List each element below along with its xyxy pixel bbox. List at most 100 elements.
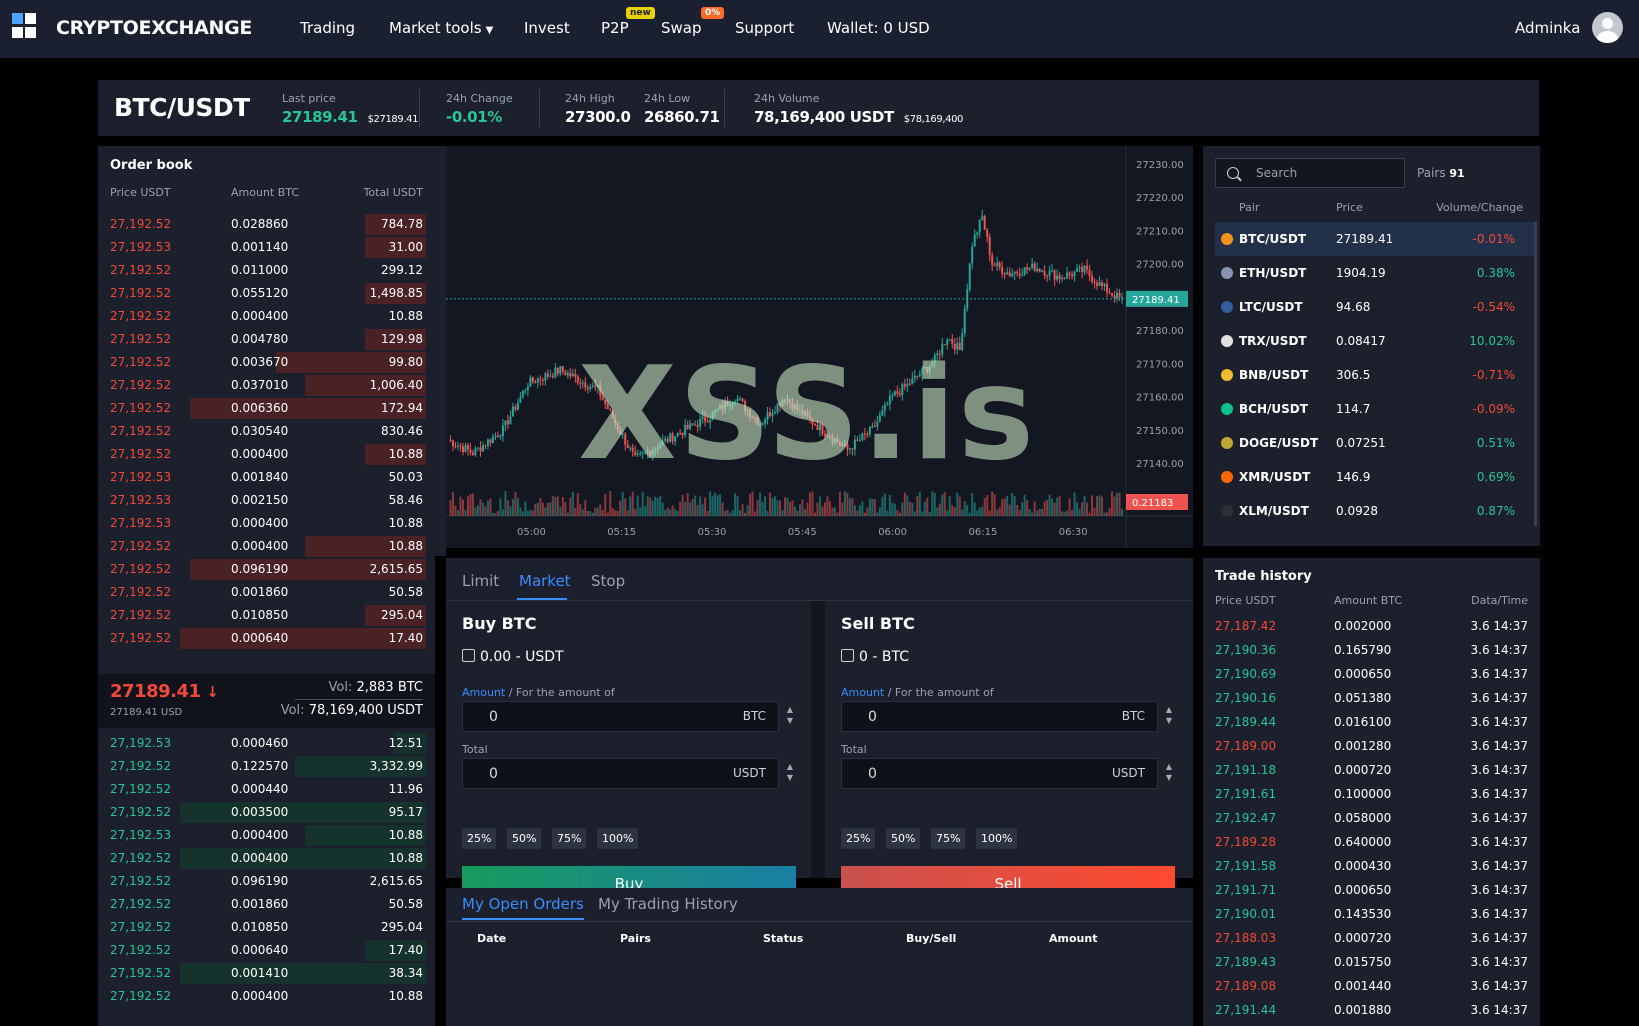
orderbook-row[interactable]: 27,192.52 0.096190 2,615.65 <box>98 869 435 893</box>
trade-row: 27,191.71 0.000650 3.6 14:37 <box>1203 879 1540 903</box>
orderbook-row[interactable]: 27,192.52 0.011000 299.12 <box>98 258 435 282</box>
buy-amount-field[interactable]: BTC ▲▼ <box>462 701 793 732</box>
volume-bar <box>813 512 816 516</box>
candle-body <box>993 265 996 267</box>
market-row[interactable]: BNB/USDT 306.5 -0.71% <box>1215 358 1535 392</box>
orderbook-row[interactable]: 27,192.52 0.000400 10.88 <box>98 442 435 466</box>
avatar[interactable] <box>1592 12 1623 43</box>
orderbook-row[interactable]: 27,192.52 0.000400 10.88 <box>98 534 435 558</box>
tab-limit[interactable]: Limit <box>462 572 499 590</box>
orderbook-row[interactable]: 27,192.52 0.010850 295.04 <box>98 603 435 627</box>
orderbook-row[interactable]: 27,192.53 0.001840 50.03 <box>98 465 435 489</box>
orderbook-row[interactable]: 27,192.52 0.000640 17.40 <box>98 938 435 962</box>
orderbook-row[interactable]: 27,192.52 0.096190 2,615.65 <box>98 557 435 581</box>
nav-support[interactable]: Support <box>735 19 794 37</box>
tab-market[interactable]: Market <box>519 572 571 590</box>
row-amount: 0.000400 <box>231 539 289 553</box>
sell-amount-label[interactable]: Amount <box>841 686 884 699</box>
market-row[interactable]: BTC/USDT 27189.41 -0.01% <box>1215 222 1535 256</box>
sell-amount-sub[interactable]: / For the amount of <box>884 686 994 699</box>
orderbook-row[interactable]: 27,192.52 0.122570 3,332.99 <box>98 754 435 778</box>
brand-name[interactable]: CRYPTOEXCHANGE <box>56 17 252 39</box>
nav-invest[interactable]: Invest <box>524 19 570 37</box>
buy-amount-input[interactable] <box>463 702 723 731</box>
total-stepper[interactable]: ▲ ▼ <box>785 761 795 788</box>
market-price: 306.5 <box>1336 368 1371 382</box>
market-row[interactable]: XMR/USDT 146.9 0.69% <box>1215 460 1535 494</box>
sell-form: Sell BTC 0 - BTC Amount / For the amount… <box>825 601 1190 902</box>
search-box[interactable] <box>1215 158 1405 188</box>
sell-amount-field[interactable]: BTC ▲▼ <box>841 701 1172 732</box>
market-row[interactable]: ETH/USDT 1904.19 0.38% <box>1215 256 1535 290</box>
col-pairs: Pairs <box>620 932 651 945</box>
orderbook-row[interactable]: 27,192.53 0.000460 12.51 <box>98 731 435 755</box>
orderbook-row[interactable]: 27,192.52 0.055120 1,498.85 <box>98 281 435 305</box>
volume-bar <box>863 512 866 516</box>
sell-total-input[interactable] <box>842 759 1102 788</box>
orderbook-row[interactable]: 27,192.52 0.000400 10.88 <box>98 846 435 870</box>
orderbook-row[interactable]: 27,192.52 0.003670 99.80 <box>98 350 435 374</box>
candle-body <box>1113 295 1116 299</box>
tab-stop[interactable]: Stop <box>591 572 625 590</box>
volume-bar <box>898 512 901 516</box>
volume-bar <box>828 501 831 516</box>
candle-body <box>1011 273 1014 277</box>
nav-trading[interactable]: Trading <box>300 19 355 37</box>
orderbook-row[interactable]: 27,192.53 0.000400 10.88 <box>98 511 435 535</box>
orderbook-row[interactable]: 27,192.52 0.000400 10.88 <box>98 984 435 1008</box>
orderbook-row[interactable]: 27,192.53 0.000400 10.88 <box>98 823 435 847</box>
orderbook-row[interactable]: 27,192.52 0.000640 17.40 <box>98 626 435 650</box>
orderbook-row[interactable]: 27,192.52 0.006360 172.94 <box>98 396 435 420</box>
orderbook-row[interactable]: 27,192.53 0.001140 31.00 <box>98 235 435 259</box>
volume-bar <box>1108 508 1111 516</box>
sell-total-field[interactable]: USDT ▲▼ <box>841 758 1172 789</box>
orderbook-row[interactable]: 27,192.52 0.000400 10.88 <box>98 304 435 328</box>
buy-total-field[interactable]: USDT ▲▼ <box>462 758 793 789</box>
amount-stepper[interactable]: ▲ ▼ <box>1164 704 1174 731</box>
buy-amount-sub[interactable]: / For the amount of <box>505 686 615 699</box>
nav-market-tools[interactable]: Market tools ▼ <box>389 19 493 37</box>
orderbook-row[interactable]: 27,192.52 0.001410 38.34 <box>98 961 435 985</box>
market-row[interactable]: DOGE/USDT 0.07251 0.51% <box>1215 426 1535 460</box>
buy-pct-50[interactable]: 50% <box>507 828 542 849</box>
sell-pct-25[interactable]: 25% <box>841 828 876 849</box>
sell-pct-100[interactable]: 100% <box>976 828 1018 849</box>
buy-amount-label[interactable]: Amount <box>462 686 505 699</box>
nav-p2p[interactable]: P2P <box>601 19 629 37</box>
volume-bar <box>636 495 639 516</box>
orderbook-row[interactable]: 27,192.52 0.003500 95.17 <box>98 800 435 824</box>
orderbook-row[interactable]: 27,192.52 0.037010 1,006.40 <box>98 373 435 397</box>
amount-stepper[interactable]: ▲ ▼ <box>785 704 795 731</box>
logo-icon[interactable] <box>12 13 37 38</box>
buy-pct-100[interactable]: 100% <box>597 828 639 849</box>
orderbook-row[interactable]: 27,192.52 0.004780 129.98 <box>98 327 435 351</box>
nav-wallet[interactable]: Wallet: 0 USD <box>827 19 930 37</box>
search-input[interactable] <box>1256 159 1401 187</box>
total-stepper[interactable]: ▲ ▼ <box>1164 761 1174 788</box>
market-row[interactable]: TRX/USDT 0.08417 10.02% <box>1215 324 1535 358</box>
market-row[interactable]: BCH/USDT 114.7 -0.09% <box>1215 392 1535 426</box>
orderbook-row[interactable]: 27,192.53 0.002150 58.46 <box>98 488 435 512</box>
buy-pct-25[interactable]: 25% <box>462 828 497 849</box>
username[interactable]: Adminka <box>1515 19 1580 37</box>
orderbook-row[interactable]: 27,192.52 0.030540 830.46 <box>98 419 435 443</box>
orderbook-row[interactable]: 27,192.52 0.001860 50.58 <box>98 580 435 604</box>
tab-trading-history[interactable]: My Trading History <box>598 895 738 913</box>
sell-pct-75[interactable]: 75% <box>931 828 966 849</box>
sell-amount-input[interactable] <box>842 702 1102 731</box>
tab-open-orders[interactable]: My Open Orders <box>462 895 584 913</box>
market-row[interactable]: XLM/USDT 0.0928 0.87% <box>1215 494 1535 528</box>
row-price: 27,192.52 <box>110 897 172 911</box>
buy-total-input[interactable] <box>463 759 723 788</box>
orderbook-row[interactable]: 27,192.52 0.001860 50.58 <box>98 892 435 916</box>
volume-bar <box>971 493 974 516</box>
sell-pct-50[interactable]: 50% <box>886 828 921 849</box>
orderbook-row[interactable]: 27,192.52 0.028860 784.78 <box>98 212 435 236</box>
scrollbar[interactable] <box>1534 222 1537 526</box>
volume-bar <box>459 496 462 516</box>
nav-swap[interactable]: Swap <box>661 19 702 37</box>
buy-pct-75[interactable]: 75% <box>552 828 587 849</box>
orderbook-row[interactable]: 27,192.52 0.000440 11.96 <box>98 777 435 801</box>
orderbook-row[interactable]: 27,192.52 0.010850 295.04 <box>98 915 435 939</box>
market-row[interactable]: LTC/USDT 94.68 -0.54% <box>1215 290 1535 324</box>
